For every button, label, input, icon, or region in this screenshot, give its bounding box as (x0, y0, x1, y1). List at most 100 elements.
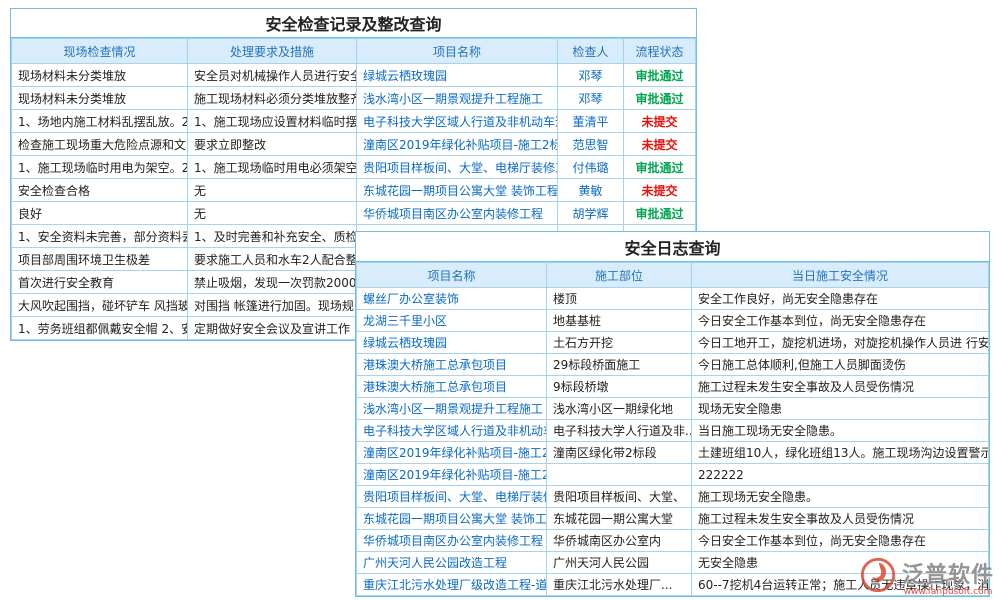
project-link[interactable]: 螺丝厂办公室装饰 (357, 288, 547, 310)
construction-part-cell: 重庆江北污水处理厂... (547, 574, 692, 596)
status-badge: 审批通过 (624, 156, 696, 179)
inspection-measure-cell: 要求施工人员和水车2人配合整... (188, 248, 357, 271)
daily-safety-cell: 今日施工总体顺利,但施工人员脚面烫伤 (692, 354, 989, 376)
construction-part-cell: 华侨城南区办公室内 (547, 530, 692, 552)
inspection-table-row: 检查施工现场重大危险点源和文...要求立即整改潼南区2019年绿化补贴项目-施工… (12, 133, 696, 156)
inspection-situation-cell: 安全检查合格 (12, 179, 188, 202)
inspector-name-cell: 董清平 (558, 110, 624, 133)
construction-part-cell: 土石方开挖 (547, 332, 692, 354)
status-badge: 审批通过 (624, 202, 696, 225)
inspection-situation-cell: 1、场地内施工材料乱摆乱放。2... (12, 110, 188, 133)
inspection-table-row: 1、施工现场临时用电为架空。2...1、施工现场临时用电必须架空...贵阳项目样… (12, 156, 696, 179)
project-link[interactable]: 电子科技大学区域人行道及非机动车道工程 (357, 110, 558, 133)
log-table-row: 电子科技大学区域人行道及非机动车道工程电子科技大学人行道及非...当日施工现场无… (357, 420, 989, 442)
daily-safety-cell: 施工现场无安全隐患。 (692, 486, 989, 508)
project-link[interactable]: 潼南区2019年绿化补贴项目-施工2标段 (357, 442, 547, 464)
inspector-name-cell: 黄敏 (558, 179, 624, 202)
project-link[interactable]: 浅水湾小区一期景观提升工程施工 (357, 398, 547, 420)
daily-safety-cell: 今日安全工作基本到位，尚无安全隐患存在 (692, 310, 989, 332)
project-link[interactable]: 绿城云栖玫瑰园 (357, 64, 558, 87)
construction-part-cell: 29标段桥面施工 (547, 354, 692, 376)
inspector-name-cell: 范思智 (558, 133, 624, 156)
construction-part-cell: 东城花园一期公寓大堂 (547, 508, 692, 530)
log-table-row: 港珠澳大桥施工总承包项目29标段桥面施工今日施工总体顺利,但施工人员脚面烫伤 (357, 354, 989, 376)
project-link[interactable]: 贵阳项目样板间、大堂、电梯厅装修工程 (357, 156, 558, 179)
project-link[interactable]: 华侨城项目南区办公室内装修工程 (357, 530, 547, 552)
log-column-header[interactable]: 项目名称 (357, 263, 547, 288)
log-table-row: 绿城云栖玫瑰园土石方开挖今日工地开工，旋挖机进场，对旋挖机操作人员进 行安全技术… (357, 332, 989, 354)
daily-safety-cell: 60--7挖机4台运转正常；施工人员无违章操作现象，消防7人在... (692, 574, 989, 596)
log-table-row: 广州天河人民公园改造工程广州天河人民公园无安全隐患 (357, 552, 989, 574)
inspection-measure-cell: 1、施工现场应设置材料临时摆... (188, 110, 357, 133)
project-link[interactable]: 贵阳项目样板间、大堂、电梯厅装修工程 (357, 486, 547, 508)
inspection-column-header[interactable]: 处理要求及措施 (188, 39, 357, 64)
inspection-measure-cell: 1、施工现场临时用电必须架空... (188, 156, 357, 179)
log-table-row: 潼南区2019年绿化补贴项目-施工2标段潼南区绿化带2标段土建班组10人，绿化班… (357, 442, 989, 464)
project-link[interactable]: 重庆江北污水处理厂级改造工程-道路修复工程 (357, 574, 547, 596)
project-link[interactable]: 广州天河人民公园改造工程 (357, 552, 547, 574)
project-link[interactable]: 华侨城项目南区办公室内装修工程 (357, 202, 558, 225)
inspection-measure-cell: 安全员对机械操作人员进行安全... (188, 64, 357, 87)
daily-safety-cell: 222222 (692, 464, 989, 486)
log-table-row: 潼南区2019年绿化补贴项目-施工2标段 222222 (357, 464, 989, 486)
construction-part-cell: 楼顶 (547, 288, 692, 310)
inspection-table-row: 现场材料未分类堆放安全员对机械操作人员进行安全...绿城云栖玫瑰园邓琴审批通过 (12, 64, 696, 87)
project-link[interactable]: 潼南区2019年绿化补贴项目-施工2标段 (357, 133, 558, 156)
log-body: 螺丝厂办公室装饰楼顶安全工作良好，尚无安全隐患存在龙湖三千里小区地基基桩今日安全… (357, 288, 989, 596)
inspection-measure-cell: 定期做好安全会议及宣讲工作 (188, 317, 357, 340)
daily-safety-cell: 无安全隐患 (692, 552, 989, 574)
project-link[interactable]: 潼南区2019年绿化补贴项目-施工2标段 (357, 464, 547, 486)
inspection-measure-cell: 禁止吸烟，发现一次罚款2000... (188, 271, 357, 294)
log-table-row: 螺丝厂办公室装饰楼顶安全工作良好，尚无安全隐患存在 (357, 288, 989, 310)
inspection-measure-cell: 对围挡 帐篷进行加固。现场规... (188, 294, 357, 317)
inspection-measure-cell: 无 (188, 202, 357, 225)
status-badge: 未提交 (624, 133, 696, 156)
inspection-situation-cell: 1、施工现场临时用电为架空。2... (12, 156, 188, 179)
log-table-row: 龙湖三千里小区地基基桩今日安全工作基本到位，尚无安全隐患存在 (357, 310, 989, 332)
construction-part-cell: 浅水湾小区一期绿化地 (547, 398, 692, 420)
log-table-row: 重庆江北污水处理厂级改造工程-道路修复工程重庆江北污水处理厂...60--7挖机… (357, 574, 989, 596)
status-badge: 未提交 (624, 110, 696, 133)
inspection-column-header[interactable]: 流程状态 (624, 39, 696, 64)
daily-safety-cell: 今日安全工作基本到位，尚无安全隐患存在 (692, 530, 989, 552)
safety-log-panel: 安全日志查询 项目名称施工部位当日施工安全情况 螺丝厂办公室装饰楼顶安全工作良好… (355, 231, 990, 597)
daily-safety-cell: 施工过程未发生安全事故及人员受伤情况 (692, 508, 989, 530)
inspection-column-header[interactable]: 项目名称 (357, 39, 558, 64)
inspector-name-cell: 邓琴 (558, 87, 624, 110)
inspector-name-cell: 胡学辉 (558, 202, 624, 225)
inspection-situation-cell: 1、劳务班组都佩戴安全帽 2、安... (12, 317, 188, 340)
daily-safety-cell: 土建班组10人，绿化班组13人。施工现场沟边设置警示标识，... (692, 442, 989, 464)
log-table-row: 贵阳项目样板间、大堂、电梯厅装修工程贵阳项目样板间、大堂、施工现场无安全隐患。 (357, 486, 989, 508)
inspection-situation-cell: 大风吹起围挡，碰坏铲车 风挡玻... (12, 294, 188, 317)
inspection-measure-cell: 无 (188, 179, 357, 202)
project-link[interactable]: 港珠澳大桥施工总承包项目 (357, 376, 547, 398)
inspection-table-row: 现场材料未分类堆放施工现场材料必须分类堆放整齐...浅水湾小区一期景观提升工程施… (12, 87, 696, 110)
project-link[interactable]: 东城花园一期项目公寓大堂 装饰工程 (357, 508, 547, 530)
project-link[interactable]: 龙湖三千里小区 (357, 310, 547, 332)
daily-safety-cell: 现场无安全隐患 (692, 398, 989, 420)
inspection-situation-cell: 检查施工现场重大危险点源和文... (12, 133, 188, 156)
project-link[interactable]: 东城花园一期项目公寓大堂 装饰工程 (357, 179, 558, 202)
safety-log-table: 项目名称施工部位当日施工安全情况 螺丝厂办公室装饰楼顶安全工作良好，尚无安全隐患… (356, 262, 989, 596)
inspection-situation-cell: 良好 (12, 202, 188, 225)
project-link[interactable]: 电子科技大学区域人行道及非机动车道工程 (357, 420, 547, 442)
construction-part-cell: 地基基桩 (547, 310, 692, 332)
log-table-row: 浅水湾小区一期景观提升工程施工浅水湾小区一期绿化地现场无安全隐患 (357, 398, 989, 420)
project-link[interactable]: 港珠澳大桥施工总承包项目 (357, 354, 547, 376)
inspector-name-cell: 邓琴 (558, 64, 624, 87)
log-column-header[interactable]: 施工部位 (547, 263, 692, 288)
project-link[interactable]: 浅水湾小区一期景观提升工程施工 (357, 87, 558, 110)
status-badge: 未提交 (624, 179, 696, 202)
inspection-column-header[interactable]: 现场检查情况 (12, 39, 188, 64)
inspection-column-header[interactable]: 检查人 (558, 39, 624, 64)
inspection-situation-cell: 1、安全资料未完善，部分资料丢... (12, 225, 188, 248)
inspection-measure-cell: 1、及时完善和补充安全、质检... (188, 225, 357, 248)
inspector-name-cell: 付伟璐 (558, 156, 624, 179)
project-link[interactable]: 绿城云栖玫瑰园 (357, 332, 547, 354)
log-column-header[interactable]: 当日施工安全情况 (692, 263, 989, 288)
inspection-table-row: 安全检查合格无东城花园一期项目公寓大堂 装饰工程黄敏未提交 (12, 179, 696, 202)
desktop: { "inspection": { "title": "安全检查记录及整改查询"… (0, 0, 1000, 600)
inspection-measure-cell: 要求立即整改 (188, 133, 357, 156)
daily-safety-cell: 施工过程未发生安全事故及人员受伤情况 (692, 376, 989, 398)
status-badge: 审批通过 (624, 87, 696, 110)
